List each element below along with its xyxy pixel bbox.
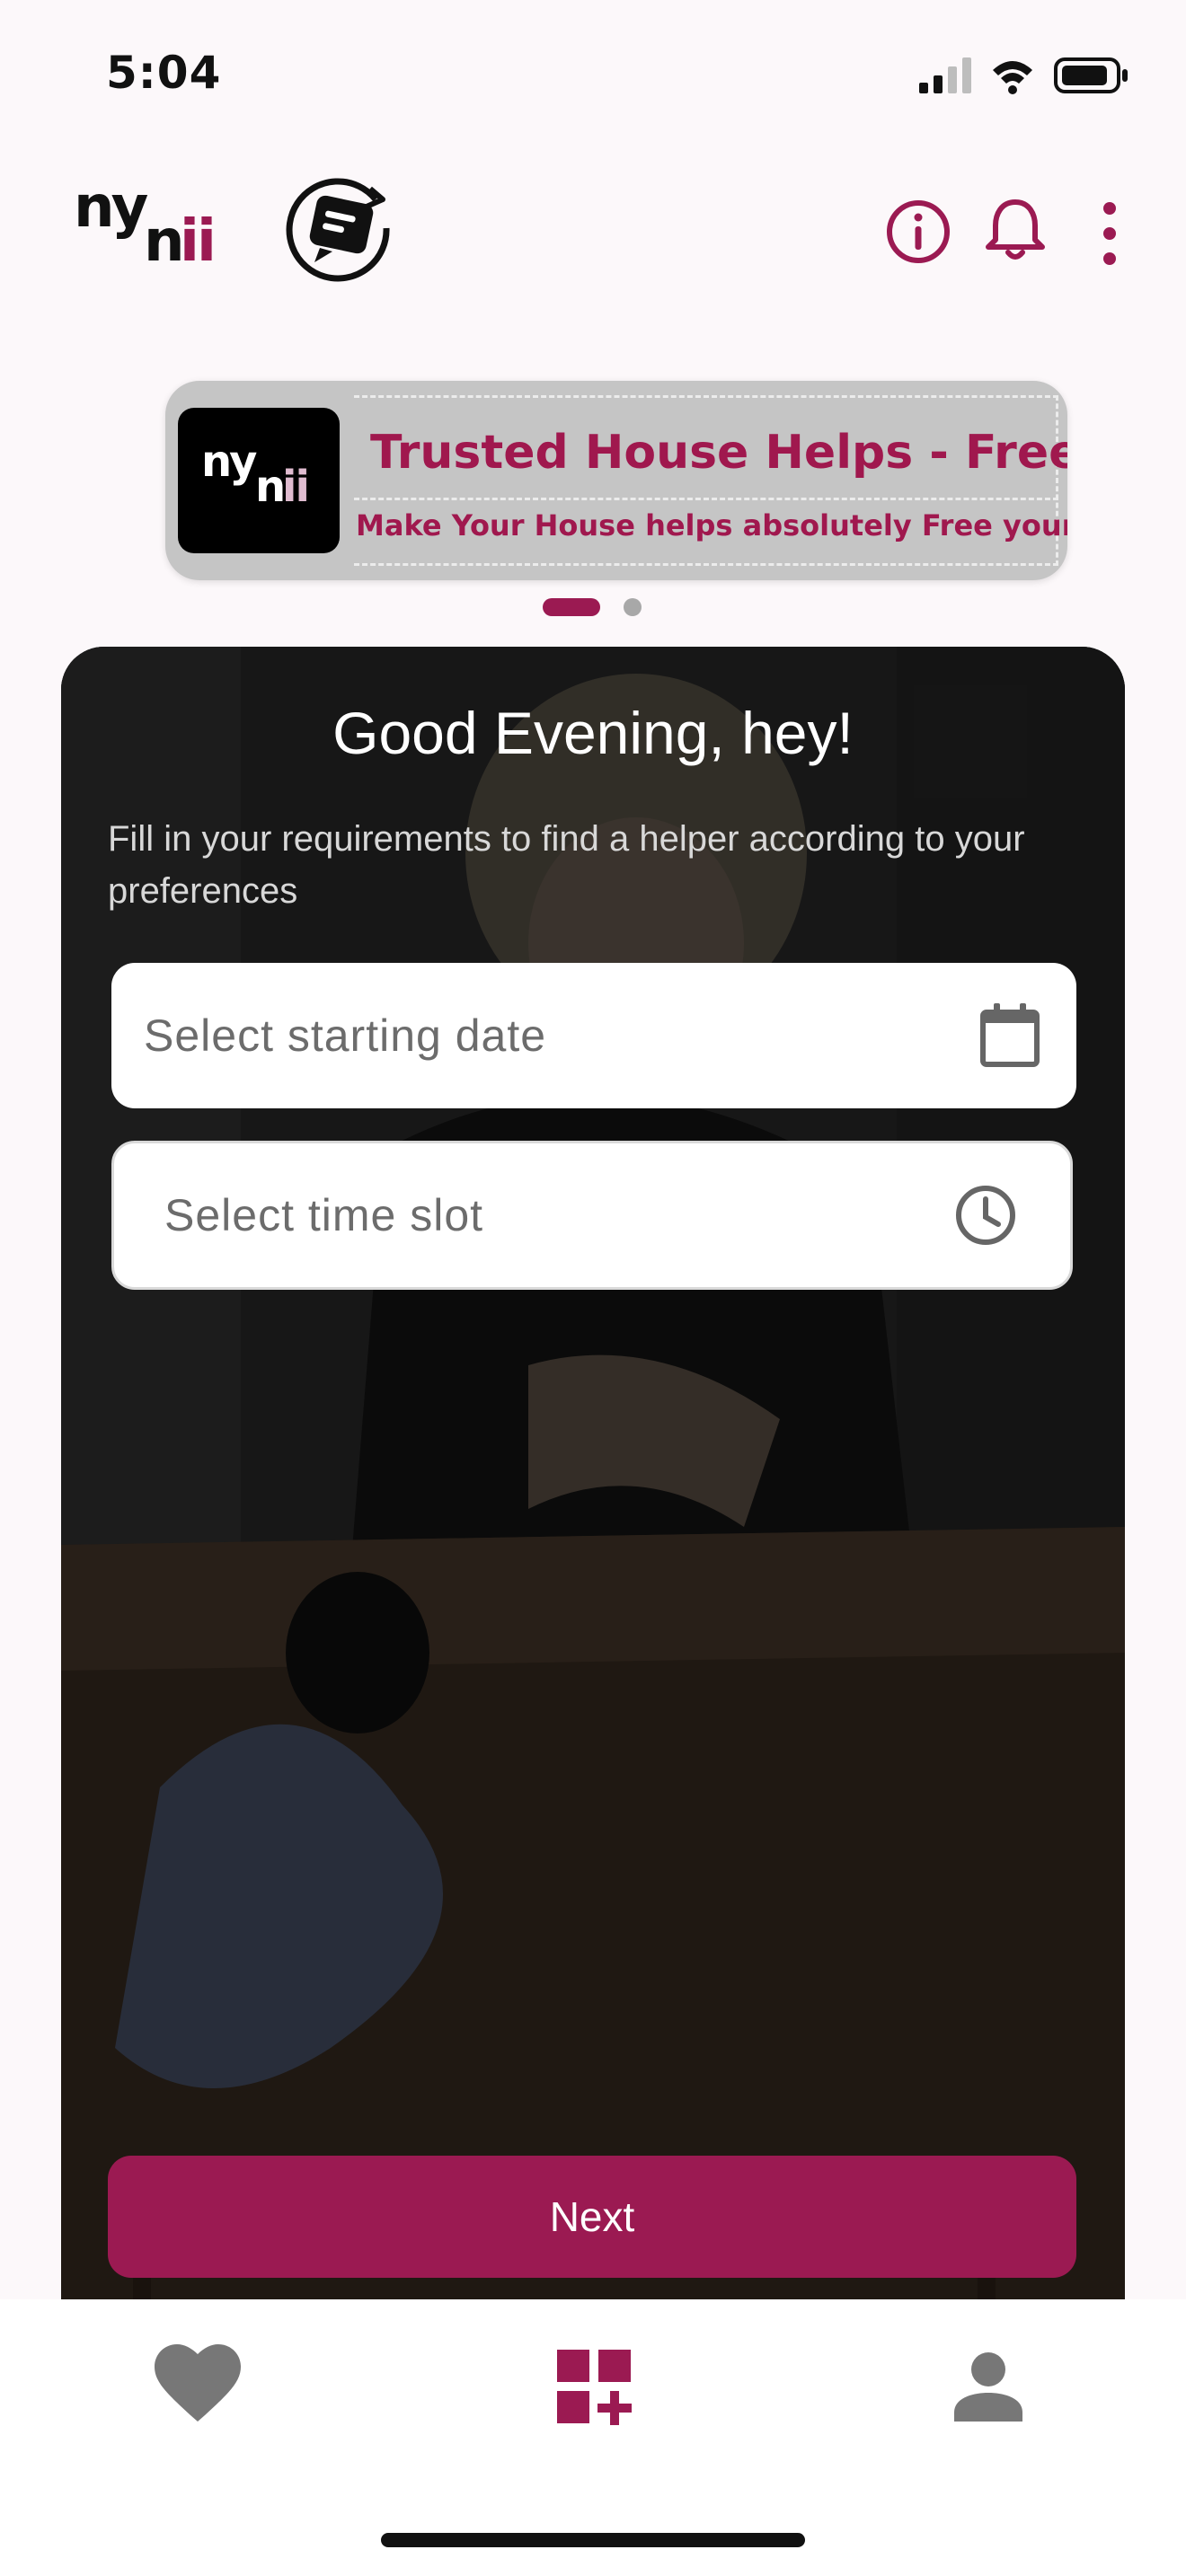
starting-date-placeholder: Select starting date xyxy=(144,1010,547,1061)
bell-icon[interactable] xyxy=(979,193,1051,265)
cellular-signal-icon xyxy=(919,57,971,93)
banner-divider xyxy=(354,498,1058,500)
info-icon[interactable] xyxy=(882,196,954,268)
person-icon[interactable] xyxy=(951,2350,1026,2425)
nynii-logo: ny n ii xyxy=(74,174,217,275)
banner-logo: ny n ii xyxy=(178,408,340,553)
calendar-icon xyxy=(980,1003,1040,1067)
svg-text:n: n xyxy=(144,208,182,275)
status-time: 5:04 xyxy=(106,47,222,99)
time-slot-field[interactable]: Select time slot xyxy=(111,1141,1073,1290)
carousel-dot[interactable] xyxy=(624,598,642,616)
svg-text:ny: ny xyxy=(74,174,148,241)
intro-text: Fill in your requirements to find a help… xyxy=(108,819,1025,911)
svg-text:ny: ny xyxy=(201,437,257,487)
starting-date-field[interactable]: Select starting date xyxy=(111,963,1076,1108)
banner-title: Trusted House Helps - Free xyxy=(370,426,1067,480)
carousel-dot-active[interactable] xyxy=(543,598,600,616)
svg-text:ii: ii xyxy=(180,208,214,275)
next-button[interactable]: Next xyxy=(108,2156,1076,2278)
heart-icon[interactable] xyxy=(155,2344,241,2425)
more-vertical-icon[interactable] xyxy=(1087,198,1132,269)
greeting-title: Good Evening, hey! xyxy=(332,700,854,766)
time-slot-placeholder: Select time slot xyxy=(164,1190,484,1240)
nynii-logo: ny n ii xyxy=(201,437,310,512)
wifi-icon xyxy=(993,61,1032,94)
status-icons xyxy=(919,57,1128,94)
svg-text:ii: ii xyxy=(282,462,308,512)
banner-subtitle: Make Your House helps absolutely Free yo… xyxy=(356,508,1067,543)
chat-refresh-icon[interactable] xyxy=(286,172,397,284)
home-indicator[interactable] xyxy=(381,2533,805,2547)
clock-icon xyxy=(956,1186,1015,1245)
svg-text:n: n xyxy=(255,462,284,512)
dashboard-add-icon[interactable] xyxy=(553,2346,634,2427)
promo-banner[interactable]: ny n ii Trusted House Helps - Free Make … xyxy=(165,381,1067,580)
battery-icon xyxy=(1054,57,1128,93)
